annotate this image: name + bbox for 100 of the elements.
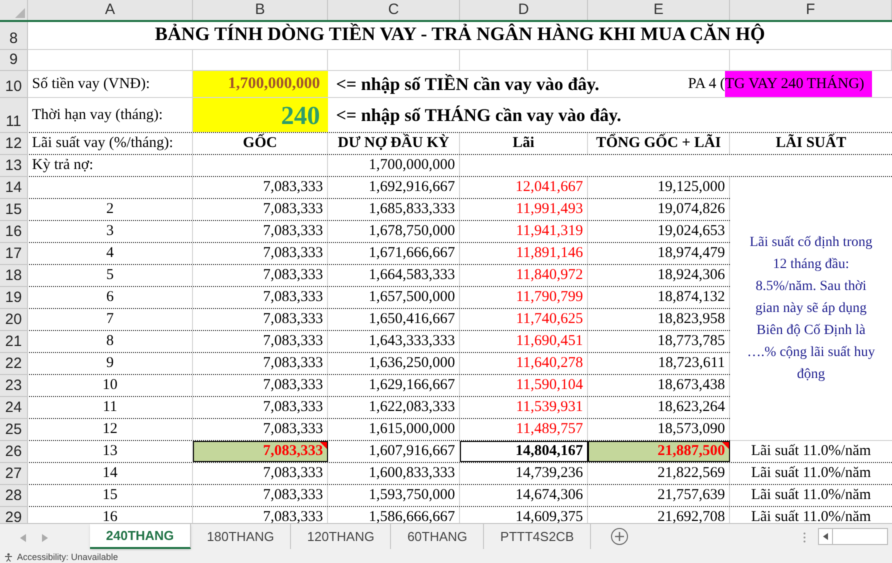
table-cell: 7,083,333 bbox=[193, 331, 328, 352]
table-cell: 1,692,916,667 bbox=[328, 177, 460, 198]
table-cell: 6 bbox=[28, 287, 193, 308]
row-number: 9 bbox=[0, 50, 28, 71]
table-cell: 1,636,250,000 bbox=[328, 353, 460, 374]
column-header[interactable]: D bbox=[460, 0, 588, 20]
scroll-right-icon[interactable] bbox=[42, 534, 48, 542]
row-number: 22 bbox=[0, 353, 28, 375]
interest-note: Lãi suất cố định trong 12 tháng đầu: 8.5%/năm. Sau thời gian này sẽ áp dụng Biên độ Cố Định là ….% cộng lãi suất huy động bbox=[746, 234, 876, 384]
row-number: 13 bbox=[0, 155, 28, 177]
column-title: Lãi bbox=[460, 133, 588, 154]
table-cell: 11 bbox=[28, 397, 193, 418]
table-cell: 4 bbox=[28, 243, 193, 264]
table-cell: 11,690,451 bbox=[460, 331, 588, 352]
select-all-corner[interactable] bbox=[0, 0, 28, 20]
plan-highlight: TG VAY 240 THÁNG) bbox=[724, 71, 872, 97]
table-cell: 1,671,666,667 bbox=[328, 243, 460, 264]
table-cell: 7,083,333 bbox=[193, 485, 328, 506]
table-cell: 1,629,166,667 bbox=[328, 375, 460, 396]
table-cell-text: Lãi suất 11.0%/năm bbox=[750, 486, 872, 506]
table-cell: 18,723,611 bbox=[588, 353, 730, 374]
table-cell: 11,991,493 bbox=[460, 199, 588, 220]
table-cell: 18,623,264 bbox=[588, 397, 730, 418]
table-cell: 1,700,000,000 bbox=[328, 155, 460, 176]
table-cell: 19,024,653 bbox=[588, 221, 730, 242]
table-cell: 11,590,104 bbox=[460, 375, 588, 396]
table-cell: 1,593,750,000 bbox=[328, 485, 460, 506]
table-cell: 11,539,931 bbox=[460, 397, 588, 418]
highlighted-cell: 21,887,500 bbox=[588, 441, 730, 462]
row-number: 19 bbox=[0, 287, 28, 309]
table-cell: 1,600,833,333 bbox=[328, 463, 460, 484]
sheet-tab[interactable]: 180THANG bbox=[190, 524, 292, 549]
more-options-icon[interactable] bbox=[803, 532, 806, 543]
column-header[interactable]: C bbox=[328, 0, 460, 20]
table-cell: 11,941,319 bbox=[460, 221, 588, 242]
input-cell[interactable]: 1,700,000,000 bbox=[193, 71, 328, 97]
column-title: TỔNG GỐC + LÃI bbox=[588, 133, 730, 154]
row-number: 20 bbox=[0, 309, 28, 331]
row-number: 24 bbox=[0, 397, 28, 419]
table-cell: 1,643,333,333 bbox=[328, 331, 460, 352]
input-hint: <= nhập số TIỀN cần vay vào đây. bbox=[336, 72, 600, 96]
table-cell: 19,125,000 bbox=[588, 177, 730, 198]
field-label: Lãi suất vay (%/tháng): bbox=[28, 133, 193, 154]
row-number: 16 bbox=[0, 221, 28, 243]
row-number: 28 bbox=[0, 485, 28, 507]
row-number: 11 bbox=[0, 98, 28, 133]
table-cell-text: Lãi suất 11.0%/năm bbox=[750, 508, 872, 523]
row-number: 21 bbox=[0, 331, 28, 353]
table-cell: 2 bbox=[28, 199, 193, 220]
row-number: 8 bbox=[0, 22, 28, 50]
table-cell: 7,083,333 bbox=[193, 397, 328, 418]
table-cell: 8 bbox=[28, 331, 193, 352]
table-cell: 11,740,625 bbox=[460, 309, 588, 330]
table-cell: 15 bbox=[28, 485, 193, 506]
sheet-tab[interactable]: 120THANG bbox=[291, 524, 392, 549]
table-cell: 18,823,958 bbox=[588, 309, 730, 330]
sheet-tab[interactable]: PTTT4S2CB bbox=[484, 524, 591, 549]
plan-label: PA 4 ( bbox=[688, 74, 725, 94]
table-cell-text: Lãi suất 11.0%/năm bbox=[750, 442, 872, 462]
row-number: 14 bbox=[0, 177, 28, 199]
table-cell: 18,773,785 bbox=[588, 331, 730, 352]
column-title: DƯ NỢ ĐẦU KỲ bbox=[328, 133, 460, 154]
table-cell: 14,674,306 bbox=[460, 485, 588, 506]
table-cell: 7,083,333 bbox=[193, 375, 328, 396]
table-cell: 11,640,278 bbox=[460, 353, 588, 374]
column-header[interactable]: E bbox=[588, 0, 730, 20]
row-number: 15 bbox=[0, 199, 28, 221]
table-cell: 9 bbox=[28, 353, 193, 374]
table-cell: 11,840,972 bbox=[460, 265, 588, 286]
table-cell: 1,615,000,000 bbox=[328, 419, 460, 440]
table-cell: 12 bbox=[28, 419, 193, 440]
input-hint: <= nhập số THÁNG cần vay vào đây. bbox=[336, 104, 622, 127]
column-header[interactable]: F bbox=[730, 0, 892, 20]
table-cell: 18,573,090 bbox=[588, 419, 730, 440]
table-cell: 18,673,438 bbox=[588, 375, 730, 396]
row-number: 10 bbox=[0, 71, 28, 98]
column-title: GỐC bbox=[193, 133, 328, 154]
table-cell: 14,739,236 bbox=[460, 463, 588, 484]
field-label: Kỳ trả nợ: bbox=[28, 155, 193, 176]
table-cell: 18,924,306 bbox=[588, 265, 730, 286]
table-cell: 7,083,333 bbox=[193, 177, 328, 198]
column-header[interactable]: B bbox=[193, 0, 328, 20]
table-cell: 1,607,916,667 bbox=[328, 441, 460, 462]
sheet-tab[interactable]: 240THANG bbox=[90, 524, 191, 549]
sheet-tab[interactable]: 60THANG bbox=[391, 524, 484, 549]
column-header[interactable]: A bbox=[28, 0, 193, 20]
table-cell: 11,489,757 bbox=[460, 419, 588, 440]
row-number: 12 bbox=[0, 133, 28, 155]
scroll-left-icon[interactable] bbox=[20, 534, 26, 542]
table-cell: 7,083,333 bbox=[193, 221, 328, 242]
table-cell: 14,804,167 bbox=[460, 441, 588, 462]
table-cell: 7,083,333 bbox=[193, 265, 328, 286]
horizontal-scrollbar[interactable] bbox=[818, 528, 888, 545]
table-cell: 7,083,333 bbox=[193, 419, 328, 440]
table-cell: 7,083,333 bbox=[193, 309, 328, 330]
table-cell: 1,657,500,000 bbox=[328, 287, 460, 308]
table-cell: 3 bbox=[28, 221, 193, 242]
add-sheet-icon[interactable] bbox=[610, 528, 628, 545]
table-cell: 1,678,750,000 bbox=[328, 221, 460, 242]
table-cell: 7,083,333 bbox=[193, 353, 328, 374]
